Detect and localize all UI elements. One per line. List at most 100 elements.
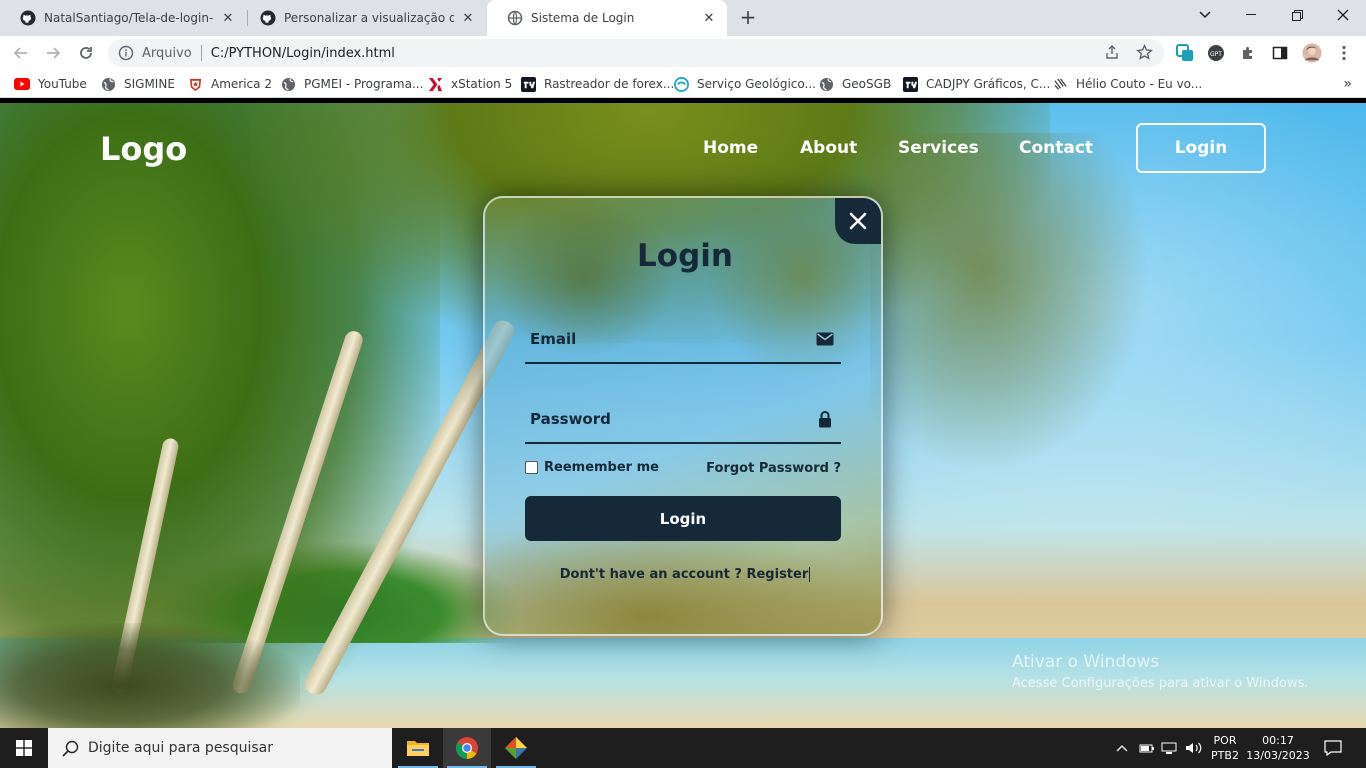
taskbar-app-python[interactable] bbox=[492, 728, 540, 768]
language-label: POR bbox=[1213, 734, 1237, 747]
minimize-icon[interactable] bbox=[1228, 0, 1274, 30]
remember-me-checkbox[interactable] bbox=[525, 461, 538, 474]
site-logo[interactable]: Logo bbox=[100, 130, 187, 168]
tradingview-icon bbox=[902, 76, 918, 92]
bookmark-star-icon[interactable] bbox=[1134, 42, 1154, 62]
side-panel-icon[interactable] bbox=[1270, 43, 1290, 63]
bookmarks-overflow-icon[interactable]: » bbox=[1343, 76, 1352, 92]
taskbar-chrome[interactable] bbox=[443, 728, 491, 768]
remember-me-label: Reemember me bbox=[544, 460, 659, 475]
close-icon bbox=[849, 212, 867, 230]
input-language-indicator[interactable]: POR PTB2 bbox=[1208, 733, 1242, 763]
back-arrow-icon[interactable] bbox=[9, 41, 33, 65]
chrome-icon bbox=[456, 737, 478, 759]
bookmark-youtube[interactable]: YouTube bbox=[14, 75, 87, 93]
forward-arrow-icon[interactable] bbox=[41, 41, 65, 65]
search-placeholder: Digite aqui para pesquisar bbox=[88, 740, 274, 756]
bookmark-america-2[interactable]: America 2 bbox=[187, 75, 272, 93]
start-button[interactable] bbox=[0, 728, 48, 768]
email-input[interactable] bbox=[525, 314, 805, 364]
window-close-icon[interactable] bbox=[1320, 0, 1366, 30]
remember-me-option[interactable]: Reemember me bbox=[525, 460, 659, 475]
tradingview-icon bbox=[520, 76, 536, 92]
register-prompt-text: Dont't have an account ? bbox=[559, 567, 742, 582]
background-palm-roots bbox=[0, 623, 300, 728]
tab-search-chevron-icon[interactable] bbox=[1182, 0, 1228, 30]
bookmark-pgmei[interactable]: PGMEI - Programa... bbox=[280, 75, 423, 93]
nav-login-button[interactable]: Login bbox=[1136, 123, 1266, 173]
bookmark-helio-couto[interactable]: Hélio Couto - Eu vo... bbox=[1052, 75, 1202, 93]
nav-link-contact[interactable]: Contact bbox=[1019, 138, 1093, 158]
watermark-subtitle: Acesse Configurações para ativar o Windo… bbox=[1012, 676, 1309, 691]
nav-link-home[interactable]: Home bbox=[703, 138, 758, 158]
globe-icon bbox=[507, 10, 523, 26]
restore-icon[interactable] bbox=[1274, 0, 1320, 30]
bookmark-label: Rastreador de forex... bbox=[544, 77, 675, 91]
search-icon bbox=[60, 738, 80, 758]
profile-avatar[interactable] bbox=[1302, 43, 1322, 63]
new-tab-button[interactable]: + bbox=[736, 6, 760, 30]
password-field[interactable]: Password bbox=[525, 394, 841, 444]
github-icon bbox=[260, 10, 276, 26]
bookmark-xstation[interactable]: xStation 5 bbox=[427, 75, 512, 93]
password-input[interactable] bbox=[525, 394, 805, 444]
tab-title: NatalSantiago/Tela-de-login-com bbox=[44, 11, 214, 25]
url-text[interactable]: C:/PYTHON/Login/index.html bbox=[211, 46, 395, 61]
tab-title: Sistema de Login bbox=[531, 11, 635, 25]
bookmark-rastreador-forex[interactable]: Rastreador de forex... bbox=[520, 75, 674, 93]
battery-icon[interactable] bbox=[1138, 728, 1156, 768]
speaker-volume-icon[interactable] bbox=[1184, 728, 1204, 768]
register-link[interactable]: Register bbox=[746, 567, 811, 582]
email-field[interactable]: Email bbox=[525, 314, 841, 364]
bookmark-label: Hélio Couto - Eu vo... bbox=[1076, 77, 1203, 91]
close-icon[interactable]: ✕ bbox=[220, 10, 236, 26]
tab-title: Personalizar a visualização de mi bbox=[284, 11, 454, 25]
forgot-password-link[interactable]: Forgot Password ? bbox=[706, 461, 841, 476]
url-scheme: Arquivo bbox=[142, 45, 192, 61]
tab-github-personalizar[interactable]: Personalizar a visualização de mi ✕ bbox=[240, 0, 486, 36]
youtube-icon bbox=[14, 76, 30, 92]
globe-icon bbox=[100, 76, 116, 92]
info-icon[interactable] bbox=[118, 45, 134, 61]
tab-github-login[interactable]: NatalSantiago/Tela-de-login-com ✕ bbox=[0, 0, 246, 36]
taskbar-clock[interactable]: 00:17 13/03/2023 bbox=[1246, 733, 1310, 763]
bookmark-servico-geologico[interactable]: Serviço Geológico... bbox=[673, 75, 816, 93]
page-viewport: Logo Home About Services Contact Login L… bbox=[0, 103, 1366, 728]
address-bar[interactable]: Arquivo C:/PYTHON/Login/index.html bbox=[108, 39, 1164, 67]
taskbar-search[interactable]: Digite aqui para pesquisar bbox=[48, 728, 392, 768]
bookmark-geosgb[interactable]: GeoSGB bbox=[818, 75, 891, 93]
windows-logo-icon bbox=[16, 740, 32, 756]
taskbar-file-explorer[interactable] bbox=[394, 728, 442, 768]
chatgpt-extension-icon[interactable]: GPT bbox=[1206, 43, 1226, 63]
clock-time: 00:17 bbox=[1262, 734, 1294, 747]
chrome-menu-icon[interactable] bbox=[1334, 43, 1354, 63]
bookmark-label: America 2 bbox=[211, 77, 272, 91]
network-icon[interactable] bbox=[1160, 728, 1178, 768]
folder-icon bbox=[407, 741, 429, 756]
translate-extension-icon[interactable] bbox=[1175, 43, 1195, 63]
tray-overflow-chevron-icon[interactable] bbox=[1114, 728, 1130, 768]
tab-sistema-de-login[interactable]: Sistema de Login ✕ bbox=[487, 0, 727, 36]
close-icon[interactable]: ✕ bbox=[460, 10, 476, 26]
extensions-puzzle-icon[interactable] bbox=[1238, 43, 1258, 63]
bookmarks-bar: YouTube SIGMINE America 2 PGMEI - Progra… bbox=[0, 70, 1366, 98]
login-submit-button[interactable]: Login bbox=[525, 496, 841, 541]
close-icon[interactable]: ✕ bbox=[701, 10, 717, 26]
bookmark-cadjpy[interactable]: CADJPY Gráficos, C... bbox=[902, 75, 1050, 93]
divider bbox=[200, 45, 202, 61]
reload-icon[interactable] bbox=[74, 41, 98, 65]
america-icon bbox=[187, 76, 203, 92]
bookmark-label: xStation 5 bbox=[451, 77, 513, 91]
xstation-icon bbox=[427, 76, 443, 92]
bookmark-sigmine[interactable]: SIGMINE bbox=[100, 75, 175, 93]
share-icon[interactable] bbox=[1102, 42, 1122, 62]
bookmark-label: PGMEI - Programa... bbox=[304, 77, 424, 91]
app-diamond-icon bbox=[505, 737, 527, 759]
geology-icon bbox=[673, 76, 689, 92]
bookmark-label: GeoSGB bbox=[842, 77, 892, 91]
nav-link-about[interactable]: About bbox=[800, 138, 857, 158]
globe-icon bbox=[280, 76, 296, 92]
notifications-icon[interactable] bbox=[1322, 728, 1344, 768]
register-prompt: Dont't have an account ? Register bbox=[485, 567, 881, 582]
nav-link-services[interactable]: Services bbox=[898, 138, 979, 158]
